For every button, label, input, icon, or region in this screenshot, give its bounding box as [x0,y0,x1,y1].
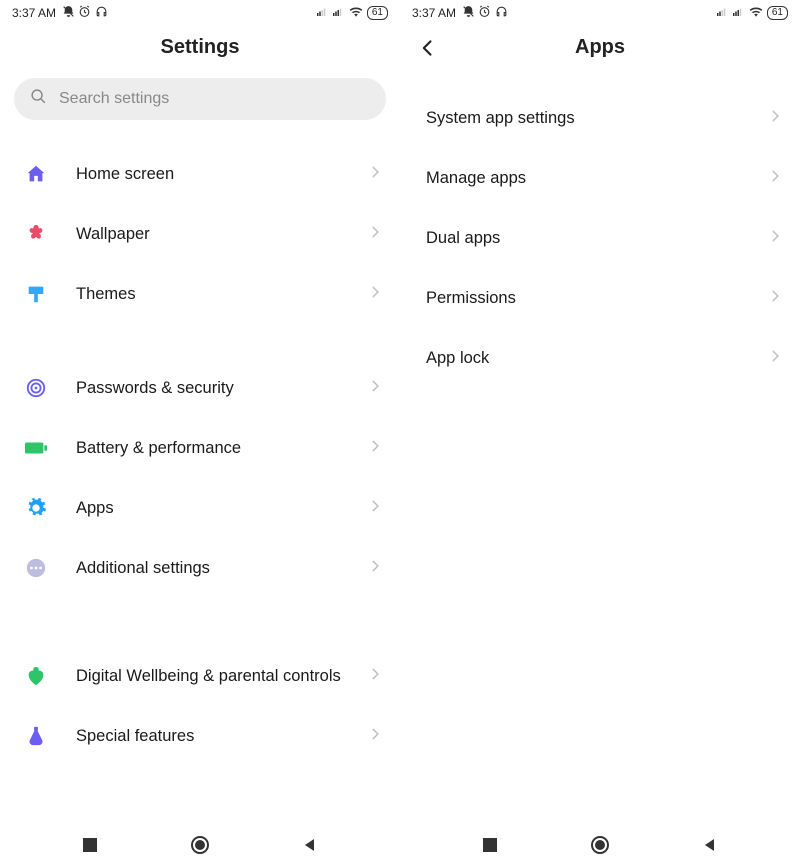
navigation-bar [0,823,400,867]
row-label: Themes [76,284,368,305]
chevron-right-icon [368,225,382,244]
wifi-icon [749,6,763,20]
apps-list: System app settings Manage apps Dual apps P… [400,70,800,823]
alarm-icon [78,5,91,18]
nav-recent-button[interactable] [470,825,510,865]
row-label: Battery & performance [76,438,368,459]
row-label: Home screen [76,164,368,185]
signal2-icon [733,6,745,20]
flower-icon [22,220,50,248]
chevron-right-icon [768,109,782,128]
chevron-left-icon [418,38,438,58]
dots-icon [22,554,50,582]
chevron-right-icon [768,349,782,368]
page-title: Apps [575,36,625,59]
search-input[interactable] [59,90,370,108]
settings-row-special[interactable]: Special features [0,706,400,766]
row-label: System app settings [426,108,768,129]
settings-row-passwords-security[interactable]: Passwords & security [0,358,400,418]
back-button[interactable] [414,34,442,62]
headphones-icon [495,5,508,18]
row-label: Wallpaper [76,224,368,245]
alarm-icon [478,5,491,18]
gear-icon [22,494,50,522]
row-label: Manage apps [426,168,768,189]
flask-icon [22,722,50,750]
settings-row-themes[interactable]: Themes [0,264,400,324]
settings-row-apps[interactable]: Apps [0,478,400,538]
settings-row-battery-perf[interactable]: Battery & performance [0,418,400,478]
chevron-right-icon [768,289,782,308]
row-label: Dual apps [426,228,768,249]
signal1-icon [317,6,329,20]
row-label: Passwords & security [76,378,368,399]
chevron-right-icon [768,229,782,248]
row-label: Apps [76,498,368,519]
nav-back-button[interactable] [690,825,730,865]
settings-row-permissions[interactable]: Permissions [400,268,800,328]
chevron-right-icon [368,499,382,518]
settings-row-wallpaper[interactable]: Wallpaper [0,204,400,264]
header: Apps [400,24,800,70]
signal2-icon [333,6,345,20]
settings-row-additional[interactable]: Additional settings [0,538,400,598]
settings-row-manage-apps[interactable]: Manage apps [400,148,800,208]
settings-row-app-lock[interactable]: App lock [400,328,800,388]
wifi-icon [349,6,363,20]
settings-row-dual-apps[interactable]: Dual apps [400,208,800,268]
status-time: 3:37 AM [412,6,456,20]
row-label: Permissions [426,288,768,309]
chevron-right-icon [368,667,382,686]
headphones-icon [95,5,108,18]
search-icon [30,88,47,110]
chevron-right-icon [368,165,382,184]
nav-home-button[interactable] [580,825,620,865]
battery-icon [22,434,50,462]
row-label: Digital Wellbeing & parental controls [76,666,368,687]
row-label: Special features [76,726,368,747]
fingerprint-icon [22,374,50,402]
status-time: 3:37 AM [12,6,56,20]
nav-recent-button[interactable] [70,825,110,865]
status-bar: 3:37 AM 61 [400,0,800,24]
navigation-bar [400,823,800,867]
search-box[interactable] [14,78,386,120]
settings-row-system-app-settings[interactable]: System app settings [400,88,800,148]
screen-apps: 3:37 AM 61 Apps System app se [400,0,800,867]
chevron-right-icon [368,379,382,398]
chevron-right-icon [368,559,382,578]
chevron-right-icon [368,727,382,746]
screen-settings: 3:37 AM 61 Settings [0,0,400,867]
battery-level: 61 [767,6,788,20]
dnd-icon [462,5,475,18]
page-title: Settings [161,36,240,59]
nav-back-button[interactable] [290,825,330,865]
chevron-right-icon [368,439,382,458]
row-label: Additional settings [76,558,368,579]
settings-row-home-screen[interactable]: Home screen [0,144,400,204]
battery-level: 61 [367,6,388,20]
brush-icon [22,280,50,308]
nav-home-button[interactable] [180,825,220,865]
settings-row-digital-wellbeing[interactable]: Digital Wellbeing & parental controls [0,646,400,706]
chevron-right-icon [768,169,782,188]
dnd-icon [62,5,75,18]
chevron-right-icon [368,285,382,304]
settings-list: Home screen Wallpaper Themes Passwords & s… [0,130,400,823]
heart-icon [22,662,50,690]
status-bar: 3:37 AM 61 [0,0,400,24]
home-icon [22,160,50,188]
header: Settings [0,24,400,70]
row-label: App lock [426,348,768,369]
signal1-icon [717,6,729,20]
